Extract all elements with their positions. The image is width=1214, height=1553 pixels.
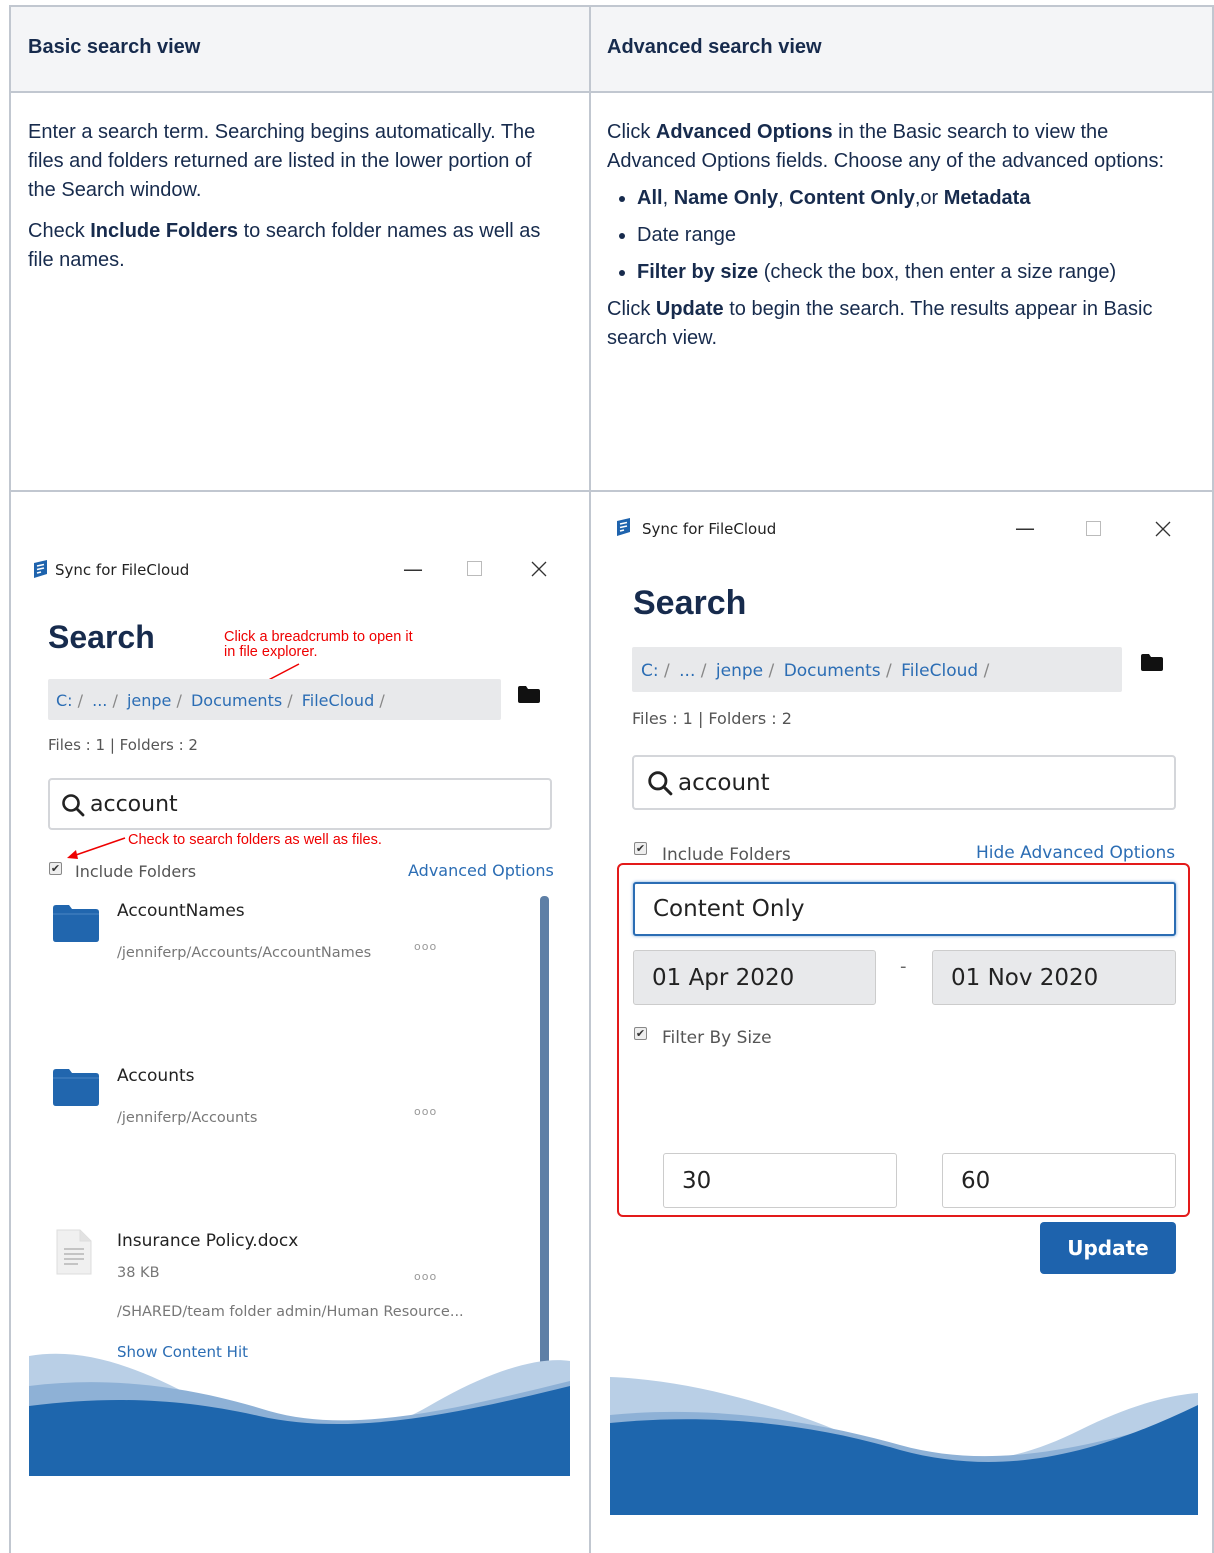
table-border-row xyxy=(9,490,1214,492)
advanced-search-window: Sync for FileCloud — Search C: / ... / j… xyxy=(610,510,1198,1515)
annotation-arrow-icon xyxy=(67,837,126,859)
scrollbar-thumb[interactable] xyxy=(540,896,549,1371)
filter-by-size-label: Filter By Size xyxy=(662,1028,772,1048)
maximize-icon[interactable] xyxy=(467,561,482,576)
minimize-icon[interactable]: — xyxy=(403,559,423,579)
breadcrumb-item[interactable]: jenpe xyxy=(127,691,171,710)
search-value: account xyxy=(90,792,178,817)
date-to-field[interactable]: 01 Nov 2020 xyxy=(932,950,1176,1005)
result-size: 38 KB xyxy=(117,1265,160,1281)
breadcrumb-trail: C: / ... / jenpe / Documents / FileCloud… xyxy=(56,691,385,710)
breadcrumb-trail: C: / ... / jenpe / Documents / FileCloud… xyxy=(641,661,990,681)
advanced-para2: Click Update to begin the search. The re… xyxy=(607,298,1153,349)
table-border-left xyxy=(9,5,11,1553)
open-folder-icon[interactable] xyxy=(518,686,540,703)
search-input[interactable]: account xyxy=(48,778,552,830)
list-item: Date range xyxy=(637,221,1197,250)
breadcrumb-item[interactable]: Documents xyxy=(784,661,881,681)
page-title: Search xyxy=(48,619,155,655)
breadcrumb-item[interactable]: FileCloud xyxy=(901,661,978,681)
breadcrumb-item[interactable]: ... xyxy=(679,661,695,681)
header-basic: Basic search view xyxy=(28,36,201,58)
result-name[interactable]: Accounts xyxy=(117,1066,195,1086)
filter-by-size-checkbox[interactable]: ✔ xyxy=(634,1027,647,1040)
result-name[interactable]: Insurance Policy.docx xyxy=(117,1231,298,1251)
search-input[interactable]: account xyxy=(632,755,1176,810)
wave-decoration xyxy=(610,1377,1198,1515)
search-icon xyxy=(62,794,85,817)
advanced-options-link[interactable]: Advanced Options xyxy=(408,861,554,880)
minimize-icon[interactable]: — xyxy=(1015,518,1035,538)
update-button[interactable]: Update xyxy=(1040,1222,1176,1274)
wave-decoration xyxy=(29,1353,570,1476)
maximize-icon[interactable] xyxy=(1086,521,1101,536)
close-icon[interactable] xyxy=(531,561,547,577)
result-path: /SHARED/team folder admin/Human Resource… xyxy=(117,1304,464,1320)
basic-para2: Check Include Folders to search folder n… xyxy=(28,220,541,271)
result-counts: Files : 1 | Folders : 2 xyxy=(632,709,792,728)
close-icon[interactable] xyxy=(1155,521,1171,537)
filecloud-logo-icon xyxy=(617,518,630,536)
include-folders-checkbox[interactable]: ✔ xyxy=(49,862,62,875)
page-title: Search xyxy=(633,584,747,622)
basic-description: Enter a search term. Searching begins au… xyxy=(28,118,563,287)
breadcrumb-item[interactable]: C: xyxy=(56,691,73,710)
date-from-field[interactable]: 01 Apr 2020 xyxy=(633,950,876,1005)
breadcrumb-item[interactable]: ... xyxy=(92,691,107,710)
include-folders-checkbox[interactable]: ✔ xyxy=(634,842,647,855)
include-folders-label: Include Folders xyxy=(75,862,197,881)
advanced-description: Click Advanced Options in the Basic sear… xyxy=(607,118,1197,365)
result-name[interactable]: AccountNames xyxy=(117,901,245,921)
list-item: Filter by size (check the box, then ente… xyxy=(637,258,1197,287)
document-icon xyxy=(56,1229,92,1275)
list-item: All, Name Only, Content Only,or Metadata xyxy=(637,184,1197,213)
date-separator: - xyxy=(900,956,907,977)
filecloud-logo-icon xyxy=(34,560,47,578)
include-folders-label: Include Folders xyxy=(662,845,791,865)
more-options-icon[interactable]: ooo xyxy=(414,940,437,953)
table-border-header xyxy=(9,91,1214,93)
table-border-middle xyxy=(589,5,591,1553)
advanced-option-list: All, Name Only, Content Only,or Metadata… xyxy=(607,184,1197,287)
size-min-field[interactable]: 30 xyxy=(663,1153,897,1208)
result-counts: Files : 1 | Folders : 2 xyxy=(48,736,198,754)
folder-icon xyxy=(53,905,99,942)
hide-advanced-options-link[interactable]: Hide Advanced Options xyxy=(976,843,1175,863)
basic-para1: Enter a search term. Searching begins au… xyxy=(28,121,536,201)
window-title: Sync for FileCloud xyxy=(642,520,777,538)
table-border-top xyxy=(9,5,1214,7)
more-options-icon[interactable]: ooo xyxy=(414,1270,437,1283)
more-options-icon[interactable]: ooo xyxy=(414,1105,437,1118)
search-in-select[interactable]: Content Only xyxy=(633,882,1176,936)
folder-icon xyxy=(53,1069,99,1106)
header-advanced: Advanced search view xyxy=(607,36,822,58)
breadcrumb-item[interactable]: jenpe xyxy=(716,661,763,681)
size-max-field[interactable]: 60 xyxy=(942,1153,1176,1208)
checkbox-annotation: Check to search folders as well as files… xyxy=(128,832,382,848)
basic-search-window: Sync for FileCloud — Search Click a brea… xyxy=(29,551,570,1476)
breadcrumb-item[interactable]: FileCloud xyxy=(302,691,374,710)
result-path: /jenniferp/Accounts xyxy=(117,1110,258,1126)
breadcrumb-item[interactable]: Documents xyxy=(191,691,282,710)
breadcrumb-item[interactable]: C: xyxy=(641,661,659,681)
result-path: /jenniferp/Accounts/AccountNames xyxy=(117,945,372,961)
search-value: account xyxy=(678,770,770,796)
breadcrumb-annotation: Click a breadcrumb to open it in file exp… xyxy=(224,629,413,660)
window-title: Sync for FileCloud xyxy=(55,561,190,579)
advanced-para1: Click Advanced Options in the Basic sear… xyxy=(607,121,1165,172)
search-icon xyxy=(648,771,673,796)
open-folder-icon[interactable] xyxy=(1141,654,1163,671)
